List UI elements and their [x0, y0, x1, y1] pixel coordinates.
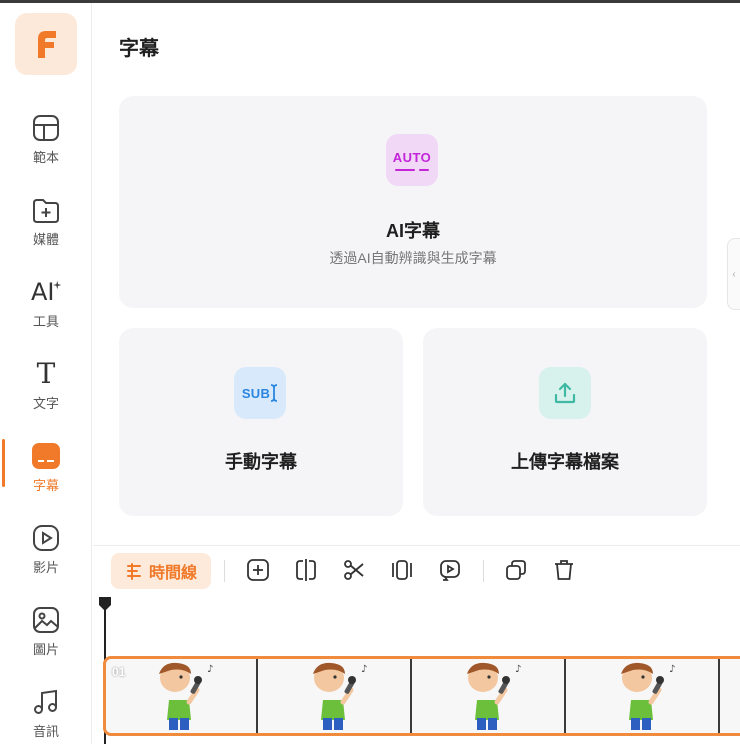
singing-boy-illustration: ♪	[467, 662, 521, 730]
sidebar-item-label: 字幕	[32, 478, 59, 493]
freeze-frame-icon	[392, 560, 412, 580]
upload-subtitle-card[interactable]: 上傳字幕檔案	[423, 328, 707, 516]
sidebar-item-subtitles[interactable]: 字幕	[0, 431, 92, 501]
svg-text:♪: ♪	[515, 664, 521, 675]
sidebar: 範本 媒體 AI 工具 T 文字 字幕 影片 圖片 音訊	[0, 3, 92, 744]
upload-icon	[539, 367, 591, 419]
add-icon	[247, 559, 269, 581]
video-play-icon	[31, 523, 61, 553]
clip-index: 01	[112, 665, 126, 679]
clip-thumbnail: ♪	[568, 659, 720, 733]
sidebar-item-label: 音訊	[32, 724, 59, 739]
singing-boy-illustration: ♪	[621, 662, 675, 730]
scissors-icon	[344, 560, 364, 580]
music-note-icon	[31, 687, 61, 717]
freeze-frame-button[interactable]	[389, 557, 415, 583]
sidebar-item-audio[interactable]: 音訊	[0, 677, 92, 744]
clip-thumbnail: ♪	[414, 659, 566, 733]
window-top-border	[0, 0, 740, 3]
toolbar-divider	[224, 560, 225, 582]
cut-button[interactable]	[341, 557, 367, 583]
sidebar-item-templates[interactable]: 範本	[0, 103, 92, 173]
timeline-toolbar: 時間線	[93, 545, 740, 595]
add-button[interactable]	[245, 557, 271, 583]
sidebar-item-text[interactable]: T 文字	[0, 349, 92, 419]
duplicate-button[interactable]	[503, 557, 529, 583]
sidebar-item-media[interactable]: 媒體	[0, 185, 92, 255]
ai-subtitle-description: 透過AI自動辨識與生成字幕	[329, 250, 497, 266]
split-button[interactable]	[293, 557, 319, 583]
text-icon: T	[36, 357, 56, 390]
timeline-track-area: 01 ♪ ♪ ♪ ♪	[93, 595, 740, 744]
sidebar-item-label: 範本	[32, 150, 59, 165]
sidebar-item-label: 影片	[32, 560, 59, 575]
page-title: 字幕	[119, 38, 159, 60]
sidebar-item-label: 圖片	[32, 642, 59, 657]
template-icon	[31, 113, 61, 143]
app-logo[interactable]	[15, 13, 77, 75]
manual-subtitle-icon: SUB	[234, 367, 286, 419]
sidebar-item-video[interactable]: 影片	[0, 513, 92, 583]
manual-subtitle-title: 手動字幕	[225, 452, 297, 472]
clip-thumbnail: ♪	[106, 659, 258, 733]
logo-f-icon	[38, 31, 56, 58]
collapse-panel-handle[interactable]: ‹	[727, 238, 740, 310]
svg-text:♪: ♪	[207, 664, 213, 675]
trash-icon	[555, 560, 573, 580]
clip-thumbnail: ♪	[260, 659, 412, 733]
sidebar-item-label: 文字	[32, 396, 59, 411]
upload-subtitle-title: 上傳字幕檔案	[511, 452, 619, 472]
replace-button[interactable]	[437, 557, 463, 583]
subtitle-icon	[31, 441, 61, 471]
media-folder-icon	[31, 195, 61, 225]
replace-icon	[440, 560, 460, 581]
ai-subtitle-title: AI字幕	[386, 221, 440, 241]
auto-subtitle-icon: AUTO	[386, 134, 438, 186]
sidebar-item-images[interactable]: 圖片	[0, 595, 92, 665]
timeline-icon	[126, 563, 141, 580]
delete-button[interactable]	[551, 557, 577, 583]
split-icon	[296, 559, 316, 581]
manual-subtitle-card[interactable]: SUB 手動字幕	[119, 328, 403, 516]
singing-boy-illustration: ♪	[159, 662, 213, 730]
sidebar-item-label: 媒體	[32, 232, 59, 247]
ai-subtitle-card[interactable]: AUTO AI字幕 透過AI自動辨識與生成字幕	[119, 96, 707, 308]
timeline-toggle-button[interactable]: 時間線	[111, 553, 211, 589]
duplicate-icon	[506, 560, 526, 580]
svg-text:♪: ♪	[669, 664, 675, 675]
image-icon	[31, 605, 61, 635]
ai-tools-icon: AI	[31, 277, 61, 307]
svg-text:♪: ♪	[361, 664, 367, 675]
singing-boy-illustration: ♪	[313, 662, 367, 730]
sidebar-item-label: 工具	[32, 314, 59, 329]
toolbar-divider	[483, 560, 484, 582]
chevron-left-icon: ‹	[732, 268, 736, 280]
sidebar-item-ai-tools[interactable]: AI 工具	[0, 267, 92, 337]
video-clip[interactable]: 01 ♪ ♪ ♪ ♪	[103, 656, 740, 736]
